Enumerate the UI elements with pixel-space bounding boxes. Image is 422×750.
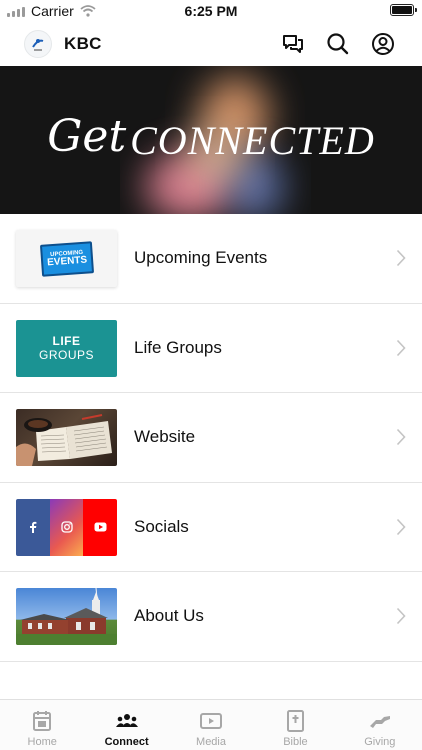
list-item-about-us[interactable]: About Us bbox=[0, 572, 422, 662]
app-header: KBC bbox=[0, 22, 422, 66]
tab-bible[interactable]: Bible bbox=[253, 700, 337, 750]
upcoming-events-thumbnail: UPCOMING EVENTS bbox=[16, 230, 117, 287]
media-icon bbox=[200, 713, 223, 729]
hero-banner: Get CONNECTED bbox=[0, 66, 422, 214]
list-item-upcoming-events[interactable]: UPCOMING EVENTS Upcoming Events bbox=[0, 214, 422, 304]
giving-icon bbox=[369, 716, 390, 728]
list-item-label: Life Groups bbox=[134, 337, 222, 357]
tab-giving[interactable]: Giving bbox=[338, 700, 422, 750]
list-item-label: Upcoming Events bbox=[134, 248, 268, 267]
life-groups-thumbnail: LIFE GROUPS bbox=[16, 319, 117, 377]
list-item-label: About Us bbox=[134, 606, 204, 625]
connect-list: UPCOMING EVENTS Upcoming Events LIFE GRO… bbox=[0, 214, 422, 662]
hero-title-script: Get bbox=[47, 110, 127, 162]
about-us-thumbnail bbox=[16, 588, 117, 645]
search-icon[interactable] bbox=[325, 31, 351, 57]
status-time: 6:25 PM bbox=[184, 3, 238, 19]
tab-label: Bible bbox=[283, 736, 308, 748]
battery-icon bbox=[390, 4, 417, 16]
facebook-icon bbox=[16, 498, 50, 556]
chevron-right-icon bbox=[396, 339, 406, 356]
church-building-image bbox=[16, 588, 117, 645]
list-item-life-groups[interactable]: LIFE GROUPS Life Groups bbox=[0, 303, 422, 393]
tab-label: Connect bbox=[104, 736, 149, 748]
status-bar: Carrier 6:25 PM bbox=[0, 0, 422, 22]
tab-media[interactable]: Media bbox=[169, 700, 253, 750]
home-icon bbox=[33, 711, 52, 731]
tab-bar: Home Connect Media Bible Giving bbox=[0, 699, 422, 750]
bible-icon bbox=[287, 710, 305, 732]
tab-connect[interactable]: Connect bbox=[84, 700, 168, 750]
groups-thumb-line1: LIFE bbox=[52, 334, 81, 348]
chevron-right-icon bbox=[396, 518, 406, 535]
socials-thumbnail bbox=[16, 498, 117, 556]
chevron-right-icon bbox=[396, 249, 406, 267]
events-thumb-line2: EVENTS bbox=[46, 254, 88, 268]
tab-home[interactable]: Home bbox=[0, 700, 84, 750]
church-logo-icon[interactable] bbox=[24, 30, 52, 58]
tab-label: Media bbox=[196, 736, 226, 748]
app-title: KBC bbox=[64, 34, 102, 53]
profile-icon[interactable] bbox=[370, 31, 396, 57]
list-item-label: Website bbox=[134, 427, 196, 446]
connect-icon bbox=[115, 714, 138, 727]
chevron-right-icon bbox=[396, 607, 406, 625]
events-card-graphic: UPCOMING EVENTS bbox=[39, 240, 94, 277]
instagram-icon bbox=[49, 498, 84, 556]
open-bible-image bbox=[16, 414, 112, 466]
tab-label: Giving bbox=[364, 736, 396, 748]
groups-thumb-line2: GROUPS bbox=[38, 348, 94, 362]
website-thumbnail bbox=[16, 409, 117, 466]
chat-icon[interactable] bbox=[280, 31, 306, 57]
list-item-socials[interactable]: Socials bbox=[0, 482, 422, 572]
list-item-website[interactable]: Website bbox=[0, 393, 422, 483]
list-item-label: Socials bbox=[134, 516, 189, 536]
hero-title: Get CONNECTED bbox=[0, 66, 422, 214]
tab-label: Home bbox=[27, 736, 57, 748]
chevron-right-icon bbox=[396, 428, 406, 446]
youtube-icon bbox=[83, 498, 117, 556]
hero-title-main: CONNECTED bbox=[130, 117, 375, 163]
